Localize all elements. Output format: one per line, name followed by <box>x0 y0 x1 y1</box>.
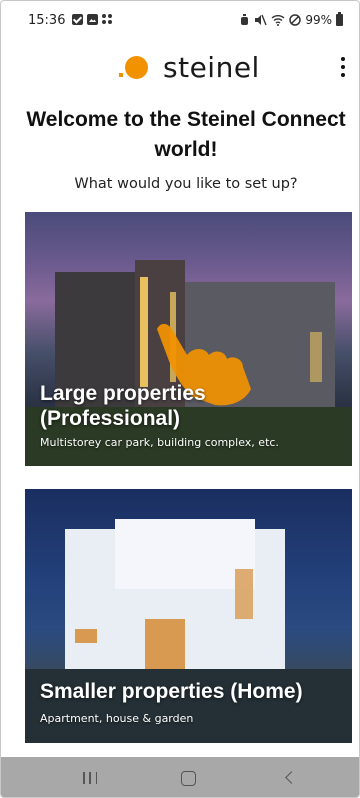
lit-window <box>145 619 185 674</box>
logo-dot-icon <box>119 55 148 79</box>
system-navigation-bar <box>1 757 359 797</box>
lit-window <box>310 332 322 382</box>
more-options-icon[interactable] <box>339 57 347 77</box>
recent-apps-icon[interactable] <box>83 772 97 784</box>
system-icons: 99% <box>239 12 343 27</box>
option-large-properties[interactable]: Large properties (Professional) Multisto… <box>25 212 352 466</box>
back-icon[interactable] <box>285 771 298 784</box>
app-screen: 15:36 99% steinel Welcome to the Steinel… <box>0 0 360 798</box>
app-notification-icon <box>102 14 113 25</box>
house-upper <box>115 519 255 589</box>
battery-icon <box>336 12 343 26</box>
wifi-icon <box>271 15 285 26</box>
checkbox-notification-icon <box>72 14 83 25</box>
status-bar: 15:36 99% <box>1 1 359 39</box>
lit-window <box>75 629 97 643</box>
lit-window <box>140 277 148 387</box>
welcome-title: Welcome to the Steinel Connect world! <box>26 108 346 161</box>
logo-text: steinel <box>163 50 260 84</box>
do-not-disturb-icon <box>289 14 302 26</box>
mute-icon <box>255 14 267 26</box>
steinel-logo: steinel <box>119 49 260 85</box>
notification-icons <box>72 14 113 25</box>
option-smaller-properties[interactable]: Smaller properties (Home) Apartment, hou… <box>25 489 352 743</box>
status-time: 15:36 <box>28 13 66 28</box>
option-subtitle: Apartment, house & garden <box>40 712 194 725</box>
home-icon[interactable] <box>181 771 196 786</box>
battery-percent: 99% <box>305 13 332 27</box>
option-title: Smaller properties (Home) <box>40 680 303 703</box>
option-subtitle: Multistorey car park, building complex, … <box>40 436 279 449</box>
lit-window <box>235 569 253 619</box>
alarm-icon <box>241 14 249 25</box>
setup-question: What would you like to set up? <box>74 176 298 192</box>
option-title: Large properties (Professional) <box>40 382 206 430</box>
gallery-notification-icon <box>87 14 98 25</box>
